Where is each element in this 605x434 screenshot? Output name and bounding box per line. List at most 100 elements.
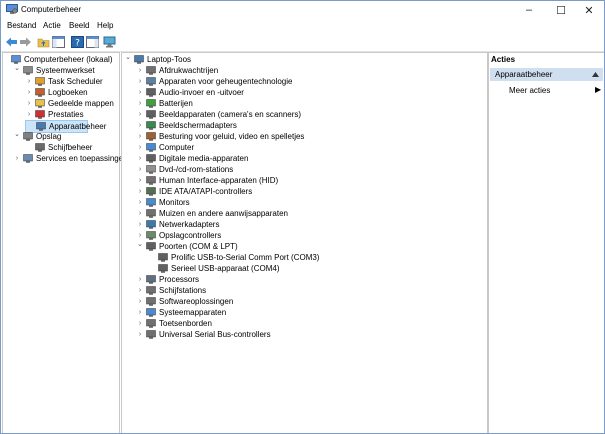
tree-item-services-en-toepassingen[interactable]: › Services en toepassingen (13, 153, 128, 164)
collapsed-arrow-icon[interactable]: › (136, 164, 144, 175)
tree-item-audio-invoer-en-uitvoer[interactable]: › Audio-invoer en -uitvoer (136, 87, 244, 98)
tree-item-batterijen[interactable]: › Batterijen (136, 98, 193, 109)
collapsed-arrow-icon[interactable]: › (136, 65, 144, 76)
actions-section-apparaatbeheer[interactable]: Apparaatbeheer (490, 68, 603, 81)
collapsed-arrow-icon[interactable]: › (136, 76, 144, 87)
menu-actie[interactable]: Actie (43, 21, 61, 30)
tree-item-poorten-com-lpt[interactable]: ⌄ Poorten (COM & LPT) (136, 239, 238, 252)
collapsed-arrow-icon[interactable]: › (25, 76, 33, 87)
help-icon[interactable]: ? (71, 36, 84, 48)
tree-item-schijfbeheer[interactable]: Schijfbeheer (25, 142, 92, 153)
tree-item-label: Opslagcontrollers (159, 231, 222, 240)
tree-item-schijfstations[interactable]: › Schijfstations (136, 285, 206, 296)
tree-item-opslag[interactable]: ⌄ Opslag (13, 129, 61, 142)
tree-item-ide-ata-atapi-controllers[interactable]: › IDE ATA/ATAPI-controllers (136, 186, 252, 197)
laptop-icon (134, 55, 144, 64)
tree-item-monitors[interactable]: › Monitors (136, 197, 190, 208)
tree-item-systeemapparaten[interactable]: › Systeemapparaten (136, 307, 226, 318)
expanded-arrow-icon[interactable]: ⌄ (13, 63, 21, 74)
optical-drive-icon (146, 165, 156, 174)
tree-item-toetsenborden[interactable]: › Toetsenborden (136, 318, 212, 329)
tree-item-label: Laptop-Toos (147, 55, 192, 64)
tree-item-prestaties[interactable]: › Prestaties (25, 109, 84, 120)
collapsed-arrow-icon[interactable]: › (136, 219, 144, 230)
tree-item-muizen-en-andere-aanwijsapparaten[interactable]: › Muizen en andere aanwijsapparaten (136, 208, 288, 219)
menu-beeld[interactable]: Beeld (69, 21, 89, 30)
menu-help[interactable]: Help (97, 21, 113, 30)
close-button[interactable]: ✕ (574, 1, 604, 19)
mouse-icon (146, 209, 156, 218)
collapsed-arrow-icon[interactable]: › (136, 98, 144, 109)
maximize-button[interactable]: ☐ (546, 1, 576, 19)
forward-arrow-icon[interactable] (19, 36, 32, 48)
tree-item-prolific-usb-to-serial-comm-port-com3[interactable]: Prolific USB-to-Serial Comm Port (COM3) (148, 252, 319, 263)
tree-item-besturing-voor-geluid-video-en-spelletjes[interactable]: › Besturing voor geluid, video en spellet… (136, 131, 305, 142)
tree-item-computer[interactable]: › Computer (136, 142, 194, 153)
port-icon (158, 264, 168, 273)
collapsed-arrow-icon[interactable]: › (136, 131, 144, 142)
show-hide-action-pane-icon[interactable] (86, 36, 99, 48)
scan-hardware-icon[interactable] (103, 36, 116, 48)
maximize-icon: ☐ (556, 4, 566, 17)
collapsed-arrow-icon[interactable]: › (136, 285, 144, 296)
minimize-button[interactable]: – (514, 1, 544, 19)
collapsed-arrow-icon[interactable]: › (136, 142, 144, 153)
collapse-up-icon[interactable] (592, 72, 599, 77)
tree-item-label: Task Scheduler (48, 77, 103, 86)
collapsed-arrow-icon[interactable]: › (136, 208, 144, 219)
collapsed-arrow-icon[interactable]: › (136, 87, 144, 98)
title-bar[interactable]: Computerbeheer – ☐ ✕ (1, 1, 604, 19)
collapsed-arrow-icon[interactable]: › (25, 98, 33, 109)
collapsed-arrow-icon[interactable]: › (136, 296, 144, 307)
collapsed-arrow-icon[interactable]: › (25, 87, 33, 98)
collapsed-arrow-icon[interactable]: › (136, 109, 144, 120)
tree-item-human-interface-apparaten-hid[interactable]: › Human Interface-apparaten (HID) (136, 175, 278, 186)
tree-item-serieel-usb-apparaat-com4[interactable]: Serieel USB-apparaat (COM4) (148, 263, 279, 274)
collapsed-arrow-icon[interactable]: › (136, 120, 144, 131)
tree-item-universal-serial-bus-controllers[interactable]: › Universal Serial Bus-controllers (136, 329, 271, 340)
tree-item-beeldschermadapters[interactable]: › Beeldschermadapters (136, 120, 237, 131)
printer-icon (146, 66, 156, 75)
tree-item-dvd-cd-rom-stations[interactable]: › Dvd-/cd-rom-stations (136, 164, 233, 175)
tree-item-logboeken[interactable]: › Logboeken (25, 87, 88, 98)
expanded-arrow-icon[interactable]: ⌄ (124, 52, 132, 63)
more-actions-link[interactable]: Meer acties (509, 86, 550, 95)
collapsed-arrow-icon[interactable]: › (136, 197, 144, 208)
tree-item-afdrukwachtrijen[interactable]: › Afdrukwachtrijen (136, 65, 218, 76)
show-hide-tree-icon[interactable] (52, 36, 65, 48)
tree-item-systeemwerkset[interactable]: ⌄ Systeemwerkset (13, 63, 95, 76)
collapsed-arrow-icon[interactable]: › (136, 307, 144, 318)
keyboard-icon (146, 319, 156, 328)
tree-item-gedeelde-mappen[interactable]: › Gedeelde mappen (25, 98, 114, 109)
tree-item-task-scheduler[interactable]: › Task Scheduler (25, 76, 103, 87)
tree-item-processors[interactable]: › Processors (136, 274, 199, 285)
collapsed-arrow-icon[interactable]: › (25, 109, 33, 120)
disk-drive-icon (146, 286, 156, 295)
expanded-arrow-icon[interactable]: ⌄ (13, 129, 21, 140)
tree-item-label: Systeemwerkset (36, 66, 95, 75)
collapsed-arrow-icon[interactable]: › (13, 153, 21, 164)
expanded-arrow-icon[interactable]: ⌄ (136, 239, 144, 250)
menu-bestand[interactable]: Bestand (7, 21, 36, 30)
collapsed-arrow-icon[interactable]: › (136, 329, 144, 340)
tree-item-netwerkadapters[interactable]: › Netwerkadapters (136, 219, 220, 230)
up-folder-icon[interactable] (37, 36, 50, 48)
collapsed-arrow-icon[interactable]: › (136, 274, 144, 285)
camera-icon (146, 110, 156, 119)
back-arrow-icon[interactable] (5, 36, 18, 48)
collapsed-arrow-icon[interactable]: › (136, 153, 144, 164)
device-tree-pane: ⌄ Laptop-Toos › Afdrukwachtrijen › Apparaten … (121, 52, 488, 433)
collapsed-arrow-icon[interactable]: › (136, 175, 144, 186)
collapsed-arrow-icon[interactable]: › (136, 186, 144, 197)
tree-item-label: Logboeken (48, 88, 88, 97)
window-title: Computerbeheer (21, 5, 82, 14)
tree-item-laptop-toos[interactable]: ⌄ Laptop-Toos (124, 52, 191, 65)
tree-item-opslagcontrollers[interactable]: › Opslagcontrollers (136, 230, 221, 241)
tree-item-beeldapparaten-camera-s-en-scanners[interactable]: › Beeldapparaten (camera's en scanners) (136, 109, 301, 120)
collapsed-arrow-icon[interactable]: › (136, 318, 144, 329)
tree-item-apparaten-voor-geheugentechnologie[interactable]: › Apparaten voor geheugentechnologie (136, 76, 293, 87)
tree-item-label: Universal Serial Bus-controllers (159, 330, 271, 339)
tree-item-digitale-media-apparaten[interactable]: › Digitale media-apparaten (136, 153, 249, 164)
tree-item-softwareoplossingen[interactable]: › Softwareoplossingen (136, 296, 233, 307)
tree-item-label: Poorten (COM & LPT) (159, 242, 238, 251)
